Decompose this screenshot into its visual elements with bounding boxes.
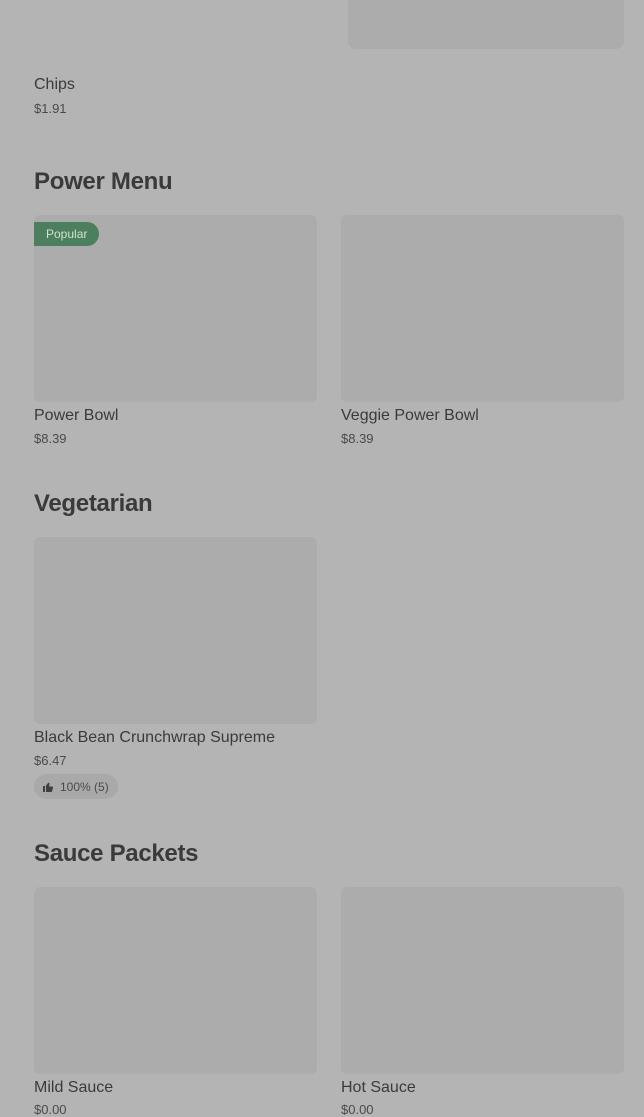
menu-page: Chips $1.91 Power Menu Popular Power Bow… [0, 0, 644, 1117]
rating-text: 100% (5) [60, 779, 109, 794]
rating-badge: 100% (5) [34, 774, 118, 799]
item-price-black-bean-crunchwrap: $6.47 [34, 753, 67, 768]
item-name-veggie-power-bowl[interactable]: Veggie Power Bowl [341, 406, 479, 426]
item-price-mild-sauce: $0.00 [34, 1102, 67, 1117]
item-price-chips: $1.91 [34, 101, 67, 116]
item-price-hot-sauce: $0.00 [341, 1102, 374, 1117]
item-name-hot-sauce[interactable]: Hot Sauce [341, 1078, 416, 1098]
item-image-black-bean-crunchwrap[interactable] [34, 537, 317, 724]
popular-badge: Popular [34, 222, 100, 246]
item-image-veggie-power-bowl[interactable] [341, 215, 624, 402]
item-image[interactable] [348, 0, 624, 49]
section-title-vegetarian: Vegetarian [34, 490, 153, 517]
item-name-power-bowl[interactable]: Power Bowl [34, 406, 118, 426]
item-name-mild-sauce[interactable]: Mild Sauce [34, 1078, 113, 1098]
section-title-power-menu: Power Menu [34, 168, 173, 195]
item-price-power-bowl: $8.39 [34, 431, 67, 446]
item-image-hot-sauce[interactable] [341, 887, 624, 1074]
item-name-chips[interactable]: Chips [34, 75, 75, 95]
item-image-mild-sauce[interactable] [34, 887, 317, 1074]
thumbs-up-icon [42, 781, 54, 793]
section-title-sauce-packets: Sauce Packets [34, 840, 199, 867]
item-name-black-bean-crunchwrap[interactable]: Black Bean Crunchwrap Supreme [34, 728, 275, 748]
item-price-veggie-power-bowl: $8.39 [341, 431, 374, 446]
